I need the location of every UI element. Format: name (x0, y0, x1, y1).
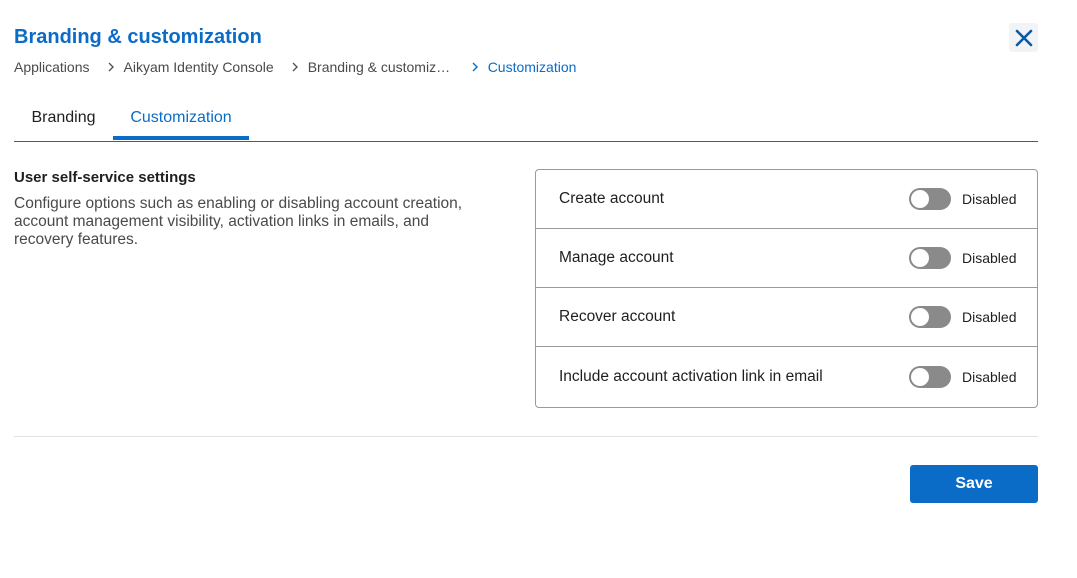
create-account-toggle[interactable] (909, 188, 951, 210)
setting-label: Recover account (559, 308, 676, 325)
page-title: Branding & customization (14, 26, 262, 48)
setting-label: Create account (559, 190, 665, 207)
setting-label: Include account activation link in email (559, 368, 823, 385)
close-button[interactable] (1009, 23, 1038, 52)
section-description: Configure options such as enabling or di… (14, 195, 463, 248)
breadcrumb-item-applications[interactable]: Applications (14, 59, 90, 75)
toggle-knob (911, 190, 929, 208)
breadcrumb-item-branding-customization[interactable]: Branding & customiza... (308, 59, 454, 75)
breadcrumb-item-customization: Customization (487, 59, 577, 75)
toggle-status: Disabled (962, 250, 1017, 266)
setting-row-manage-account: Manage account Disabled (536, 229, 1037, 288)
chevron-right-icon (104, 62, 118, 72)
breadcrumb: Applications Aikyam Identity Console Bra… (14, 58, 576, 76)
setting-row-recover-account: Recover account Disabled (536, 288, 1037, 347)
footer-divider (14, 436, 1038, 437)
save-button[interactable]: Save (910, 465, 1038, 503)
toggle-knob (911, 368, 929, 386)
toggle-status: Disabled (962, 191, 1017, 207)
setting-row-activation-link: Include account activation link in email… (536, 347, 1037, 407)
settings-card: Create account Disabled Manage account D… (535, 169, 1038, 408)
toggle-status: Disabled (962, 309, 1017, 325)
setting-row-create-account: Create account Disabled (536, 170, 1037, 229)
branding-customization-page: Branding & customization Applications Ai… (0, 0, 1077, 578)
breadcrumb-item-console[interactable]: Aikyam Identity Console (124, 59, 274, 75)
chevron-right-icon (468, 62, 482, 72)
toggle-knob (911, 249, 929, 267)
recover-account-toggle[interactable] (909, 306, 951, 328)
toggle-status: Disabled (962, 369, 1017, 385)
manage-account-toggle[interactable] (909, 247, 951, 269)
section-heading: User self-service settings (14, 169, 196, 186)
toggle-knob (911, 308, 929, 326)
tab-customization[interactable]: Customization (113, 96, 249, 140)
close-icon (1015, 29, 1033, 47)
tab-branding[interactable]: Branding (14, 96, 113, 140)
chevron-right-icon (288, 62, 302, 72)
activation-link-toggle[interactable] (909, 366, 951, 388)
setting-label: Manage account (559, 249, 674, 266)
tab-bar: Branding Customization (14, 96, 1038, 142)
